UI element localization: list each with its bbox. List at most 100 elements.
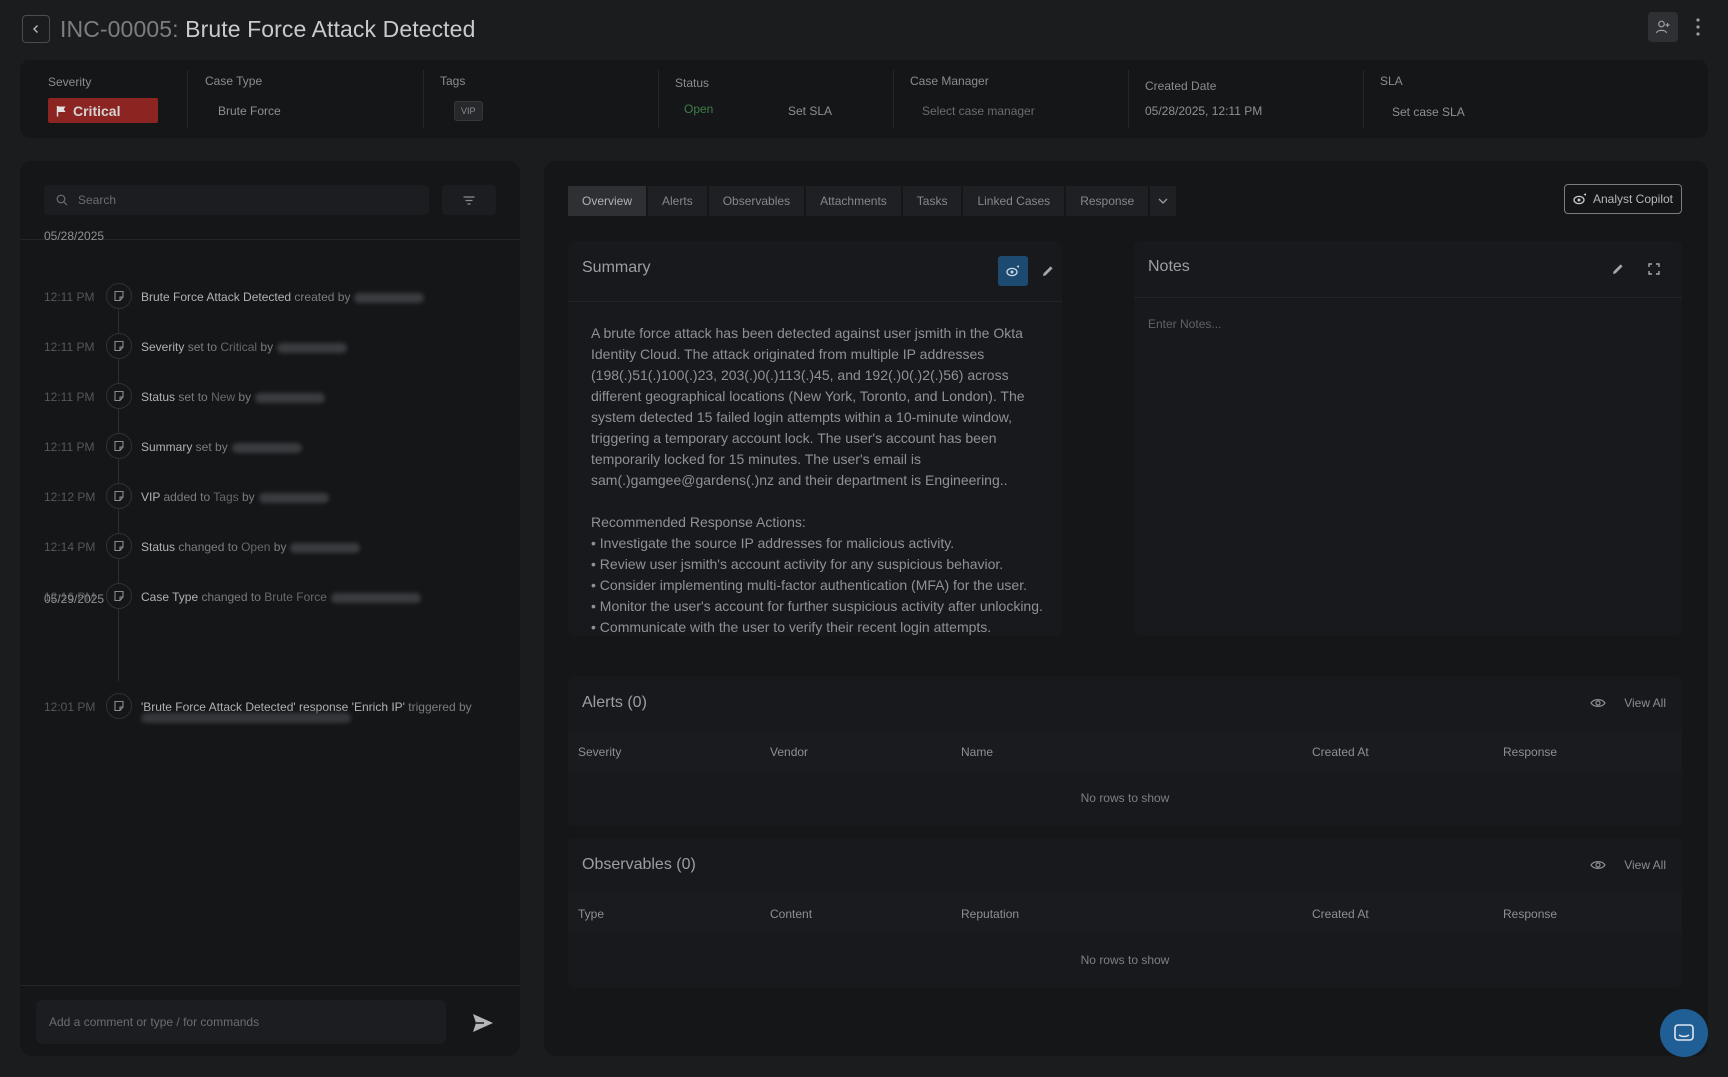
copilot-icon: [1006, 265, 1019, 277]
note-icon: [114, 340, 124, 352]
status-label: Status: [675, 76, 710, 90]
summary-copilot-button[interactable]: [998, 256, 1028, 286]
note-icon: [114, 700, 124, 712]
summary-card: Summary A brute force attack has been de…: [568, 241, 1062, 636]
event-action: set by: [192, 440, 228, 454]
send-icon: [473, 1014, 493, 1032]
note-icon-wrap: [106, 693, 132, 719]
event-time: 12:14 PM: [44, 540, 96, 554]
column-header[interactable]: Severity: [578, 745, 621, 759]
tab-tasks[interactable]: Tasks: [902, 186, 962, 216]
event-suffix: by: [235, 390, 252, 404]
tabs-more-button[interactable]: [1150, 186, 1177, 216]
comment-input[interactable]: [36, 1000, 446, 1044]
case-type-value[interactable]: Brute Force: [218, 104, 281, 118]
event-time: 12:01 PM: [44, 700, 96, 714]
case-manager-select[interactable]: Select case manager: [922, 104, 1035, 118]
column-header[interactable]: Reputation: [961, 907, 1019, 921]
severity-select[interactable]: Critical: [48, 98, 158, 123]
search-input[interactable]: [78, 193, 398, 207]
page-title: INC-00005: Brute Force Attack Detected: [60, 16, 475, 43]
action-item: • Communicate with the user to verify th…: [591, 619, 992, 635]
tab-linked-cases[interactable]: Linked Cases: [963, 186, 1065, 216]
event-action: added to: [160, 490, 214, 504]
expand-icon: [1648, 263, 1660, 275]
timeline-panel: 05/28/2025 12:11 PM Brute Force Attack De…: [20, 161, 520, 1056]
send-button[interactable]: [472, 1013, 496, 1035]
notes-input[interactable]: Enter Notes...: [1148, 317, 1221, 331]
note-icon: [114, 540, 124, 552]
action-item: • Investigate the source IP addresses fo…: [591, 535, 955, 551]
timeline-event: 12:11 PM Brute Force Attack Detected crea…: [20, 281, 520, 311]
column-header[interactable]: Type: [578, 907, 604, 921]
view-all-label: View All: [1624, 858, 1666, 872]
event-subject: Status: [141, 390, 176, 404]
column-header[interactable]: Vendor: [770, 745, 808, 759]
set-sla-link[interactable]: Set SLA: [788, 104, 832, 118]
column-header[interactable]: Content: [770, 907, 812, 921]
event-value: Brute Force: [264, 590, 327, 604]
note-icon-wrap: [106, 483, 132, 509]
action-item: • Review user jsmith's account activity …: [591, 556, 1004, 572]
event-action: changed to: [175, 540, 242, 554]
analyst-copilot-button[interactable]: Analyst Copilot: [1564, 184, 1682, 214]
more-menu-button[interactable]: [1688, 12, 1708, 42]
note-icon: [114, 490, 124, 502]
timeline-search[interactable]: [44, 185, 429, 215]
tab-alerts[interactable]: Alerts: [648, 186, 707, 216]
event-action: changed to: [198, 590, 265, 604]
severity-value: Critical: [73, 102, 121, 119]
page-header: INC-00005: Brute Force Attack Detected: [0, 0, 1728, 58]
event-time: 12:11 PM: [44, 340, 95, 354]
event-action: triggered by: [404, 700, 472, 714]
column-header[interactable]: Response: [1503, 907, 1557, 921]
event-text: Summary set by: [141, 440, 302, 454]
alerts-title: Alerts (0): [582, 694, 647, 711]
event-subject: Status: [141, 540, 176, 554]
chat-button[interactable]: [1660, 1009, 1708, 1057]
notes-title: Notes: [1148, 258, 1190, 275]
tab-observables[interactable]: Observables: [708, 186, 805, 216]
event-subject: Brute Force Attack Detected: [141, 290, 292, 304]
case-sla-select[interactable]: Set case SLA: [1392, 105, 1465, 119]
comment-bar: [20, 985, 520, 1056]
notes-expand-button[interactable]: [1639, 254, 1669, 284]
event-text: Case Type changed to Brute Force: [141, 590, 421, 604]
alerts-view-all[interactable]: View All: [1590, 696, 1666, 710]
observables-view-all[interactable]: View All: [1590, 858, 1666, 872]
event-value: Open: [241, 540, 271, 554]
chevron-down-icon: [1158, 198, 1168, 204]
column-header[interactable]: Name: [961, 745, 993, 759]
flag-icon: [56, 105, 66, 116]
column-header[interactable]: Response: [1503, 745, 1557, 759]
summary-edit-button[interactable]: [1033, 256, 1062, 286]
redacted-user: [141, 713, 351, 723]
chevron-left-icon: [33, 25, 38, 33]
tab-overview[interactable]: Overview: [568, 186, 647, 216]
assign-user-button[interactable]: [1648, 12, 1678, 42]
event-value: New: [211, 390, 236, 404]
filter-button[interactable]: [442, 185, 496, 215]
event-text: VIP added to Tags by: [141, 490, 329, 504]
status-value[interactable]: Open: [684, 102, 713, 116]
incident-title: Brute Force Attack Detected: [185, 15, 476, 42]
add-user-icon: [1655, 20, 1670, 34]
case-info-bar: Severity Critical Case Type Brute Force …: [20, 60, 1708, 138]
tag-vip[interactable]: VIP: [454, 101, 483, 121]
tab-response[interactable]: Response: [1066, 186, 1149, 216]
eye-icon: [1590, 699, 1606, 707]
tab-attachments[interactable]: Attachments: [806, 186, 901, 216]
summary-paragraph: A brute force attack has been detected a…: [591, 325, 1025, 488]
notes-edit-button[interactable]: [1603, 254, 1633, 284]
notes-card: Notes Enter Notes...: [1134, 241, 1682, 636]
event-action: created by: [291, 290, 351, 304]
back-button[interactable]: [22, 15, 50, 43]
column-header[interactable]: Created At: [1312, 907, 1369, 921]
column-header[interactable]: Created At: [1312, 745, 1369, 759]
event-subject: Summary: [141, 440, 193, 454]
event-text: Severity set to Critical by: [141, 340, 348, 354]
kebab-icon: [1696, 18, 1700, 36]
observables-title: Observables (0): [582, 856, 696, 873]
event-subject: Severity: [141, 340, 185, 354]
event-time: 12:11 PM: [44, 390, 95, 404]
